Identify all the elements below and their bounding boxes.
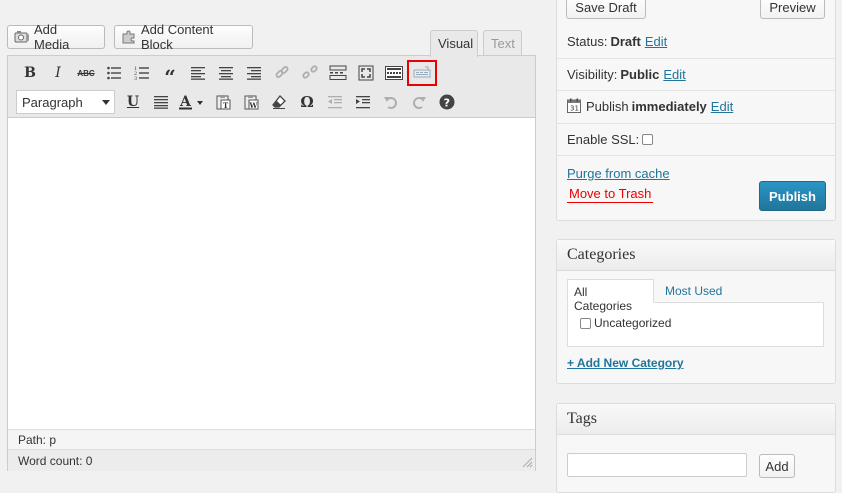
format-select[interactable]: Paragraph	[16, 90, 115, 114]
insert-more-icon[interactable]	[324, 61, 352, 85]
resize-handle-icon[interactable]	[521, 456, 533, 468]
clear-formatting-icon[interactable]	[265, 90, 293, 114]
status-row: Status: Draft Edit	[557, 26, 835, 57]
align-right-icon[interactable]	[240, 61, 268, 85]
underline-icon[interactable]: U	[119, 90, 147, 114]
svg-text:?: ?	[444, 96, 450, 109]
categories-title: Categories	[557, 240, 835, 271]
fullscreen-icon[interactable]	[352, 61, 380, 85]
visibility-edit-link[interactable]: Edit	[663, 67, 685, 82]
redo-icon[interactable]	[405, 90, 433, 114]
add-content-block-button[interactable]: Add Content Block	[114, 22, 253, 52]
bold-icon[interactable]: B	[16, 61, 44, 85]
svg-text:T: T	[223, 101, 229, 110]
strikethrough-icon[interactable]: ABC	[72, 61, 100, 85]
numbered-list-icon[interactable]: 123	[128, 61, 156, 85]
format-select-value: Paragraph	[22, 94, 83, 110]
add-media-label: Add Media	[34, 22, 70, 52]
align-left-icon[interactable]	[184, 61, 212, 85]
align-center-icon[interactable]	[212, 61, 240, 85]
svg-text:W: W	[249, 101, 258, 110]
undo-icon[interactable]	[377, 90, 405, 114]
puzzle-icon	[121, 29, 137, 45]
ssl-row: Enable SSL:	[557, 123, 835, 155]
tab-visual[interactable]: Visual	[430, 30, 478, 57]
divider	[557, 155, 835, 156]
status-value: Draft	[610, 34, 641, 49]
camera-icon	[14, 29, 30, 45]
add-new-category-link[interactable]: + Add New Category	[567, 356, 684, 370]
tab-most-used[interactable]: Most Used	[665, 284, 722, 298]
status-label: Status:	[567, 34, 608, 49]
paste-word-icon[interactable]: W	[237, 90, 265, 114]
calendar-icon: 31	[567, 98, 581, 116]
bullet-list-icon[interactable]	[100, 61, 128, 85]
add-media-button[interactable]: Add Media	[7, 22, 105, 52]
toolbar-toggle-icon[interactable]	[380, 61, 408, 85]
editor-content-area[interactable]	[8, 118, 535, 427]
indent-icon[interactable]	[349, 90, 377, 114]
chevron-down-icon	[102, 99, 110, 105]
publish-panel: Save Draft Preview Status: Draft Edit Vi…	[556, 0, 836, 221]
svg-text:3: 3	[134, 76, 137, 81]
blockquote-icon[interactable]: “	[156, 61, 184, 87]
special-character-icon[interactable]: Ω	[293, 90, 321, 114]
schedule-row: 31 Publish immediately Edit	[557, 90, 835, 122]
publish-edit-link[interactable]: Edit	[711, 99, 733, 114]
save-draft-button[interactable]: Save Draft	[566, 0, 646, 19]
purge-cache-link[interactable]: Purge from cache	[567, 166, 670, 181]
visibility-value: Public	[620, 66, 660, 82]
visibility-row: Visibility: Public Edit	[557, 58, 835, 89]
text-color-icon[interactable]: A	[175, 90, 209, 114]
categories-panel: Categories All Categories Most Used Unca…	[556, 239, 836, 384]
add-tag-button[interactable]: Add	[759, 454, 795, 478]
justify-icon[interactable]	[147, 90, 175, 114]
word-count: Word count: 0	[8, 449, 535, 471]
insert-link-icon[interactable]	[268, 61, 296, 85]
ssl-checkbox[interactable]	[642, 134, 654, 145]
category-checkbox[interactable]	[580, 318, 591, 329]
toolbar-row-1: B I ABC 123 “	[16, 59, 437, 87]
publish-button[interactable]: Publish	[759, 181, 826, 211]
editor-toolbar: B I ABC 123 “ Paragraph U A T W Ω ?	[8, 56, 535, 118]
publish-value: immediately	[631, 99, 707, 114]
editor-path: Path: p	[8, 429, 535, 449]
svg-text:31: 31	[570, 104, 579, 112]
preview-button[interactable]: Preview	[760, 0, 825, 19]
publish-label: Publish	[586, 99, 629, 114]
move-to-trash-link[interactable]: Move to Trash	[567, 186, 654, 203]
italic-icon[interactable]: I	[44, 61, 72, 85]
tab-all-categories[interactable]: All Categories	[567, 279, 654, 313]
unlink-icon[interactable]	[296, 61, 324, 85]
category-item-label: Uncategorized	[594, 316, 672, 330]
tab-text[interactable]: Text	[483, 30, 522, 56]
visibility-label: Visibility:	[567, 66, 618, 82]
help-icon[interactable]: ?	[433, 90, 461, 114]
post-editor: B I ABC 123 “ Paragraph U A T W Ω ? Path…	[7, 55, 536, 471]
toolbar-row-2: Paragraph U A T W Ω ?	[16, 88, 461, 116]
add-content-block-label: Add Content Block	[141, 22, 214, 52]
status-edit-link[interactable]: Edit	[645, 34, 667, 49]
outdent-icon[interactable]	[321, 90, 349, 114]
ssl-label: Enable SSL:	[567, 132, 640, 147]
content-block-icon[interactable]	[407, 60, 437, 86]
tag-input[interactable]	[567, 453, 747, 477]
tags-title: Tags	[557, 404, 835, 435]
paste-text-icon[interactable]: T	[209, 90, 237, 114]
